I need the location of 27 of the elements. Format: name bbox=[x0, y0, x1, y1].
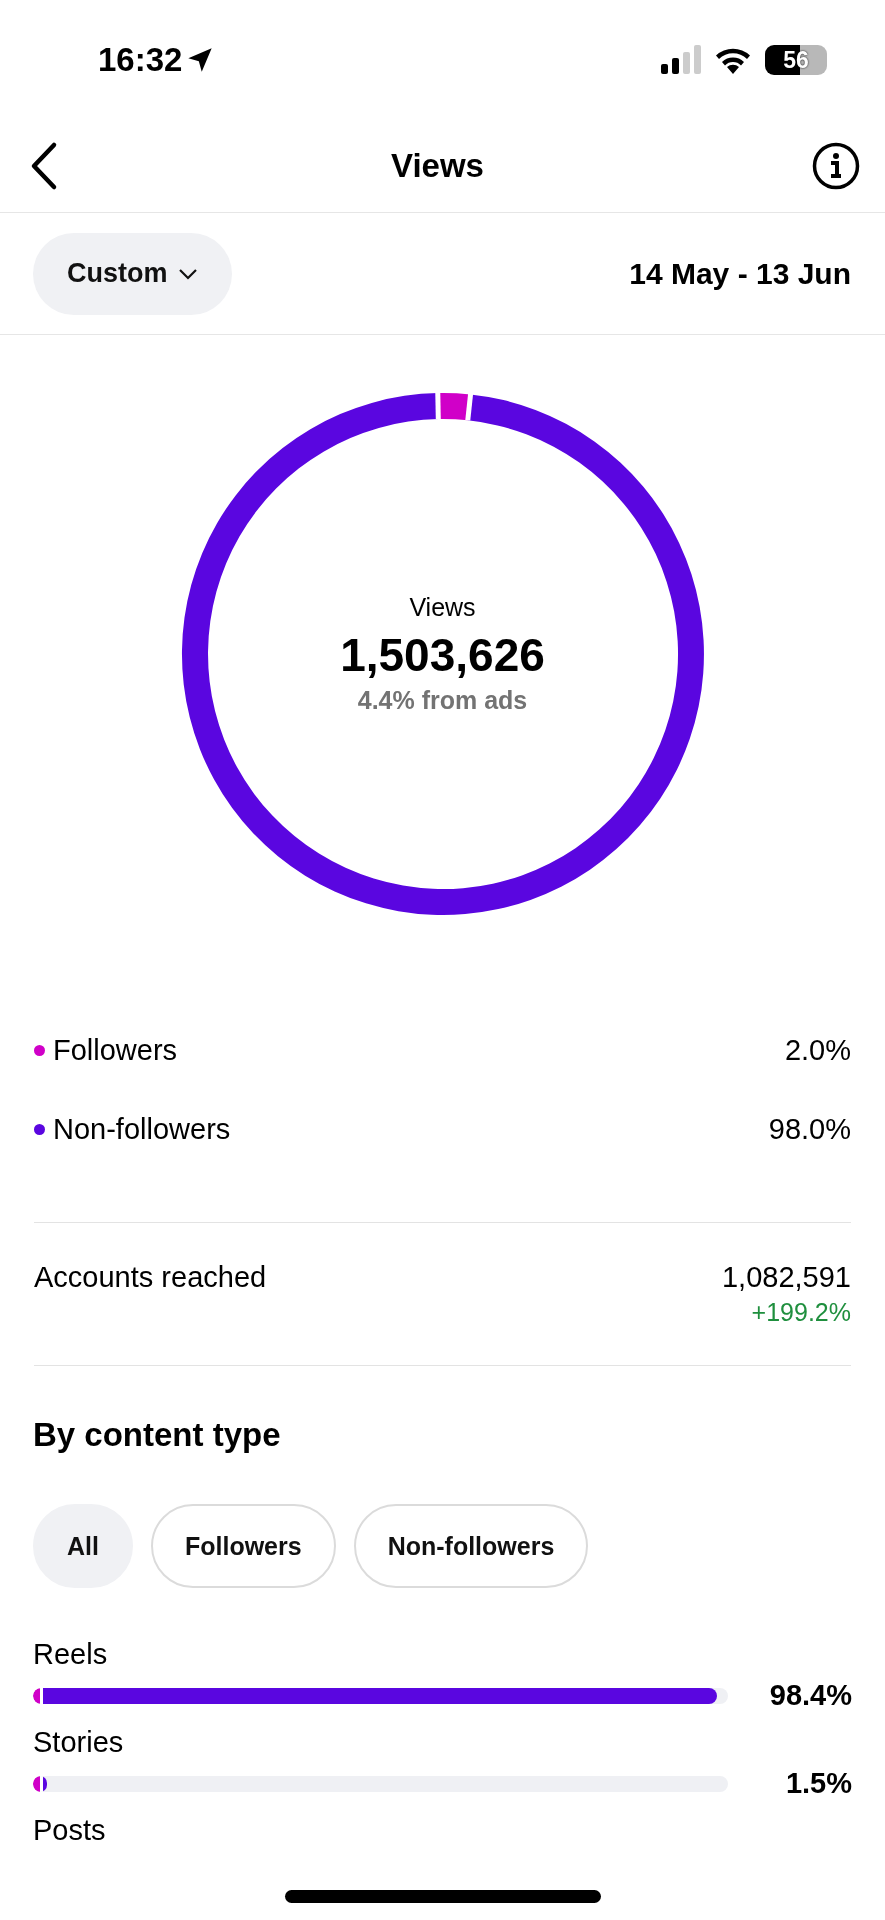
content-label: Posts bbox=[33, 1814, 106, 1846]
chart-label: Views bbox=[409, 593, 476, 622]
total-views: 1,503,626 bbox=[340, 628, 545, 682]
page-title: Views bbox=[391, 147, 484, 185]
content-label: Stories bbox=[33, 1726, 124, 1758]
filter-chip[interactable]: Non-followers bbox=[353, 1504, 589, 1588]
status-time: 16:32 bbox=[98, 41, 183, 79]
content-label: Reels bbox=[33, 1638, 108, 1670]
info-icon[interactable] bbox=[811, 141, 861, 191]
filter-chip[interactable]: All bbox=[33, 1504, 133, 1588]
chevron-down-icon bbox=[177, 267, 198, 280]
reach-value: 1,082,591 bbox=[722, 1261, 851, 1294]
content-percentage: 1.5% bbox=[784, 1767, 852, 1800]
location-arrow-icon bbox=[186, 46, 215, 74]
reach-change: +199.2% bbox=[751, 1298, 851, 1327]
legend-label: Non-followers bbox=[53, 1113, 231, 1146]
signal-icon bbox=[661, 45, 701, 75]
section-title: By content type bbox=[33, 1416, 282, 1454]
legend-value: 98.0% bbox=[768, 1113, 851, 1146]
filter-chip[interactable]: Followers bbox=[150, 1504, 336, 1588]
date-range-dropdown[interactable]: Custom bbox=[33, 232, 232, 315]
legend-value: 2.0% bbox=[784, 1034, 851, 1067]
ads-note: 4.4% from ads bbox=[357, 686, 528, 715]
legend-label: Followers bbox=[53, 1034, 178, 1067]
date-range: 14 May - 13 Jun bbox=[629, 256, 851, 291]
reach-label: Accounts reached bbox=[34, 1261, 267, 1295]
content-percentage: 98.4% bbox=[768, 1679, 852, 1712]
